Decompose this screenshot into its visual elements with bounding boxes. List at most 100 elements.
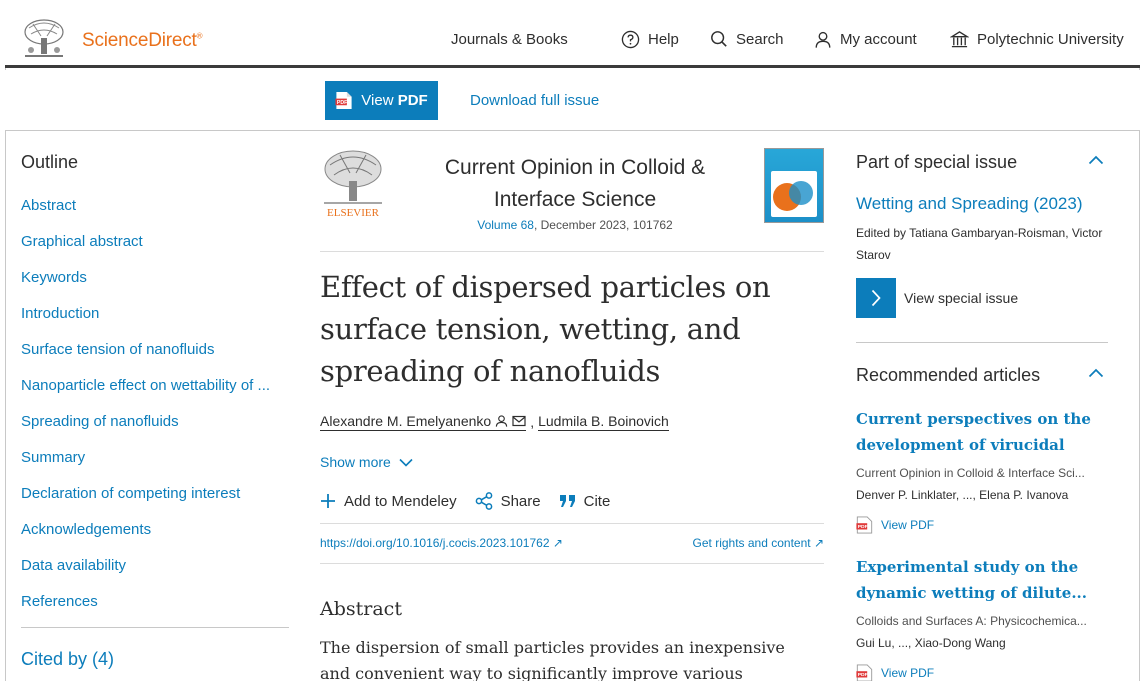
plus-icon	[321, 494, 335, 508]
abstract-heading: Abstract	[320, 598, 402, 620]
pdf-icon: PDF	[335, 91, 352, 110]
recommended-article-title[interactable]: Experimental study on the dynamic wettin…	[856, 554, 1108, 608]
chevron-up-icon[interactable]	[1088, 155, 1104, 165]
special-issue-link[interactable]: Wetting and Spreading (2023)	[856, 194, 1083, 214]
cover-illustration-icon	[773, 181, 813, 211]
search-icon	[711, 31, 727, 47]
view-pdf-label: View PDF	[881, 518, 935, 532]
view-pdf-button[interactable]: PDF View PDF	[325, 81, 438, 120]
author-list: Alexandre M. Emelyanenko , Ludmila B. Bo…	[320, 413, 669, 431]
recommended-article-authors: Denver P. Linklater, ..., Elena P. Ivano…	[856, 488, 1069, 502]
journal-cover-image[interactable]	[764, 148, 824, 223]
nav-institution-label: Polytechnic University	[977, 30, 1124, 48]
nav-my-account[interactable]: My account	[814, 29, 917, 49]
outline-item-declaration[interactable]: Declaration of competing interest	[21, 484, 289, 520]
brand-name: ScienceDirect	[82, 30, 197, 51]
actions-divider	[320, 523, 824, 524]
email-icon	[512, 415, 526, 427]
view-special-issue-button[interactable]	[856, 278, 896, 318]
author-name-2: Ludmila B. Boinovich	[538, 413, 669, 429]
nav-institution[interactable]: Polytechnic University	[950, 29, 1124, 49]
chevron-right-icon	[871, 289, 881, 307]
nav-help-label: Help	[648, 30, 679, 48]
outline-item-acknowledgements[interactable]: Acknowledgements	[21, 520, 289, 556]
cited-by-link[interactable]: Cited by (4)	[21, 649, 114, 670]
outline-item-nanoparticle-effect[interactable]: Nanoparticle effect on wettability of ..…	[21, 376, 289, 412]
special-issue-heading[interactable]: Part of special issue	[856, 152, 1017, 173]
journal-issue-info: Volume 68, December 2023, 101762	[425, 218, 725, 232]
journal-title-link[interactable]: Current Opinion in Colloid & Interface S…	[425, 152, 725, 216]
elsevier-publisher-logo-icon[interactable]: ELSEVIER	[320, 147, 386, 219]
share-icon	[475, 492, 492, 510]
add-to-mendeley-button[interactable]: Add to Mendeley	[320, 492, 457, 510]
cite-button[interactable]: Cite	[559, 492, 611, 510]
outline-item-graphical-abstract[interactable]: Graphical abstract	[21, 232, 289, 268]
outline-item-spreading[interactable]: Spreading of nanofluids	[21, 412, 289, 448]
elsevier-tree-logo-icon[interactable]	[21, 18, 67, 60]
cover-art	[771, 171, 817, 217]
article-title: Effect of dispersed particles on surface…	[320, 270, 771, 388]
journal-divider	[320, 251, 824, 252]
outline-item-data-availability[interactable]: Data availability	[21, 556, 289, 592]
volume-link[interactable]: Volume 68	[477, 218, 534, 232]
sciencedirect-logo[interactable]: ScienceDirect®	[82, 30, 203, 52]
doi-divider	[320, 563, 824, 564]
recommended-view-pdf-link[interactable]: PDF View PDF	[856, 516, 934, 534]
rights-text: Get rights and content	[692, 536, 811, 550]
share-label: Share	[500, 492, 541, 510]
outline-item-abstract[interactable]: Abstract	[21, 196, 289, 232]
doi-link[interactable]: https://doi.org/10.1016/j.cocis.2023.101…	[320, 536, 563, 550]
svg-text:PDF: PDF	[858, 672, 868, 678]
outline-divider	[21, 627, 289, 628]
view-pdf-label: View PDF	[881, 666, 935, 680]
outline-list: Abstract Graphical abstract Keywords Int…	[21, 196, 289, 628]
user-icon	[815, 31, 831, 48]
cite-label: Cite	[583, 492, 611, 510]
pdf-icon: PDF	[856, 664, 873, 681]
publisher-name: ELSEVIER	[327, 207, 380, 219]
download-full-issue-link[interactable]: Download full issue	[470, 92, 599, 109]
nav-account-label: My account	[840, 30, 917, 48]
external-link-icon: ↗	[552, 536, 563, 550]
recommended-view-pdf-link[interactable]: PDF View PDF	[856, 664, 934, 681]
recommended-articles-heading[interactable]: Recommended articles	[856, 365, 1040, 386]
chevron-down-icon	[399, 458, 413, 467]
view-pdf-label: View PDF	[361, 92, 428, 109]
nav-journals-label: Journals & Books	[451, 30, 568, 48]
svg-text:PDF: PDF	[337, 100, 347, 106]
doi-text: https://doi.org/10.1016/j.cocis.2023.101…	[320, 536, 550, 550]
mendeley-label: Add to Mendeley	[344, 492, 457, 510]
outline-item-summary[interactable]: Summary	[21, 448, 289, 484]
help-icon	[621, 30, 640, 48]
outline-item-surface-tension[interactable]: Surface tension of nanofluids	[21, 340, 289, 376]
nav-search-label: Search	[736, 30, 784, 48]
outline-heading: Outline	[21, 152, 79, 172]
special-issue-divider	[856, 342, 1108, 343]
author-link-1[interactable]: Alexandre M. Emelyanenko	[320, 413, 527, 431]
nav-journals-books[interactable]: Journals & Books	[451, 29, 568, 49]
author-name-1: Alexandre M. Emelyanenko	[320, 413, 492, 429]
rights-and-content-link[interactable]: Get rights and content ↗	[693, 536, 824, 550]
special-issue-editors: Edited by Tatiana Gambaryan-Roisman, Vic…	[856, 226, 1103, 262]
recommended-article-title[interactable]: Current perspectives on the development …	[856, 406, 1108, 460]
author-profile-icon	[496, 415, 508, 427]
nav-search[interactable]: Search	[710, 29, 784, 49]
issue-details: , December 2023, 101762	[533, 218, 673, 232]
quote-icon	[559, 495, 575, 507]
view-special-issue-label[interactable]: View special issue	[904, 290, 1018, 306]
institution-icon	[950, 30, 969, 47]
brand-registered-mark: ®	[196, 31, 203, 41]
recommended-article-source: Colloids and Surfaces A: Physicochemica.…	[856, 614, 1087, 628]
outline-item-references[interactable]: References	[21, 592, 289, 628]
author-separator: ,	[530, 414, 535, 430]
outline-item-introduction[interactable]: Introduction	[21, 304, 289, 340]
chevron-up-icon[interactable]	[1088, 368, 1104, 378]
outline-item-keywords[interactable]: Keywords	[21, 268, 289, 304]
share-button[interactable]: Share	[475, 492, 541, 510]
article-actions: Add to Mendeley Share Cite	[320, 492, 610, 510]
author-link-2[interactable]: Ludmila B. Boinovich	[538, 413, 669, 431]
abstract-text: The dispersion of small particles provid…	[320, 638, 785, 681]
show-more-toggle[interactable]: Show more	[320, 454, 413, 470]
recommended-article-source: Current Opinion in Colloid & Interface S…	[856, 466, 1085, 480]
nav-help[interactable]: Help	[621, 29, 679, 49]
